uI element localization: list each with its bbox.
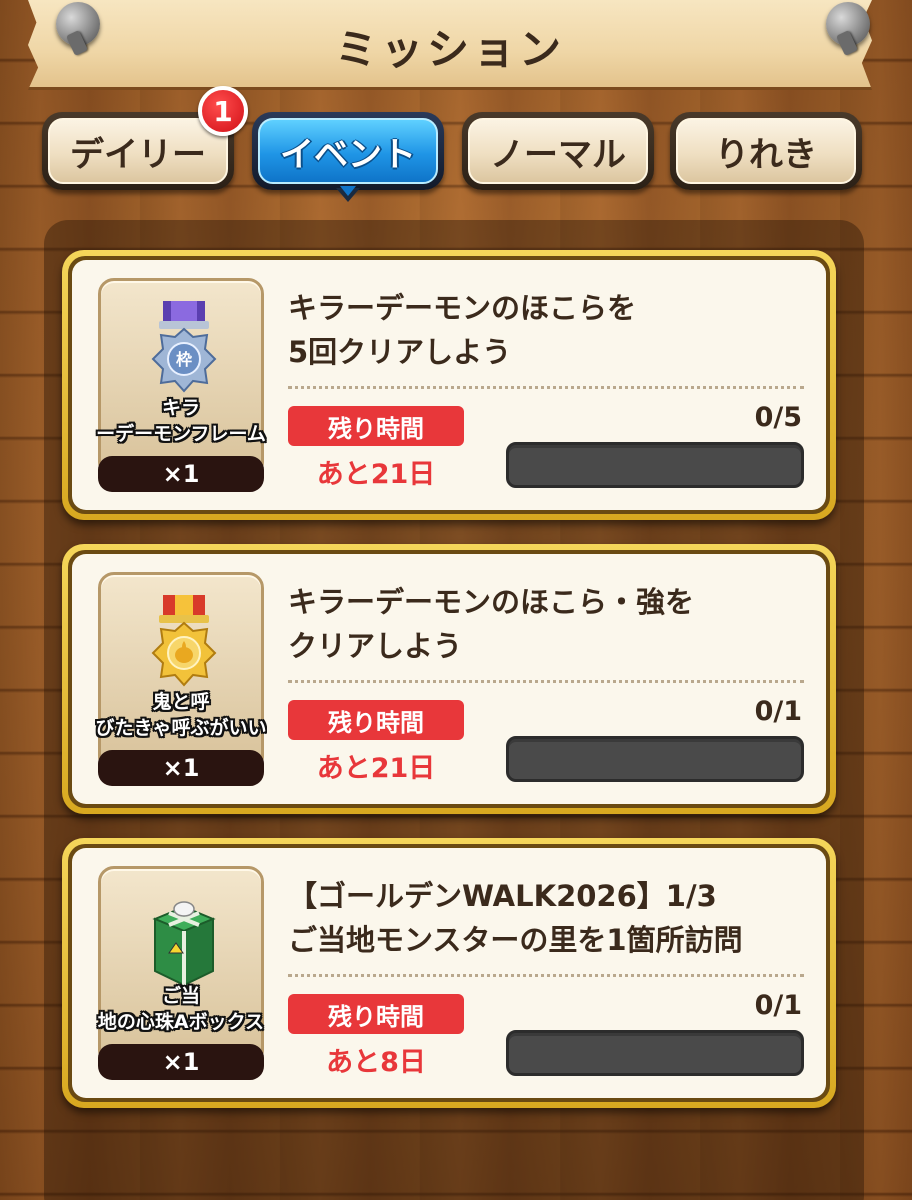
reward-slot: 枠 キラ ーデーモンフレーム bbox=[96, 278, 266, 478]
progress-count: 0/1 bbox=[754, 990, 802, 1021]
tab-daily[interactable]: デイリー 1 bbox=[42, 86, 248, 190]
tab-history[interactable]: りれき bbox=[670, 112, 862, 190]
reward-slot: ご当 地の心珠Aボックス bbox=[98, 866, 264, 1066]
progress-count: 0/1 bbox=[754, 696, 802, 727]
reward-name: キラ ーデーモンフレーム bbox=[96, 397, 266, 445]
pin-icon bbox=[826, 2, 870, 46]
mission-title: 【ゴールデンWALK2026】1/3 ご当地モンスターの里を1箇所訪問 bbox=[288, 879, 743, 957]
reward-slot: 鬼と呼 びたきゃ呼ぶがいい bbox=[95, 572, 267, 772]
mission-card[interactable]: 枠 キラ ーデーモンフレーム ×1 キラーデーモンのほこらを 5回クリアしよう … bbox=[62, 250, 836, 520]
notification-badge: 1 bbox=[198, 86, 248, 136]
tab-daily-label: デイリー bbox=[48, 118, 228, 184]
silver-frame-medal-icon: 枠 bbox=[151, 301, 217, 393]
gift-box-icon bbox=[152, 901, 216, 987]
progress-count: 0/5 bbox=[754, 402, 802, 433]
time-left-label: 残り時間 bbox=[288, 406, 464, 446]
progress-bar bbox=[506, 736, 804, 782]
time-left-label: 残り時間 bbox=[288, 700, 464, 740]
mission-title: キラーデーモンのほこら・強を クリアしよう bbox=[288, 585, 695, 663]
divider bbox=[288, 680, 804, 683]
gold-title-medal-icon bbox=[151, 595, 217, 687]
divider bbox=[288, 974, 804, 977]
svg-text:枠: 枠 bbox=[176, 350, 192, 369]
reward-name: ご当 地の心珠Aボックス bbox=[97, 985, 265, 1033]
pin-icon bbox=[56, 2, 100, 46]
reward-quantity: ×1 bbox=[98, 750, 264, 786]
reward-quantity: ×1 bbox=[98, 1044, 264, 1080]
time-left-label: 残り時間 bbox=[288, 994, 464, 1034]
reward-quantity: ×1 bbox=[98, 456, 264, 492]
tab-normal[interactable]: ノーマル bbox=[462, 112, 654, 190]
divider bbox=[288, 386, 804, 389]
reward-name: 鬼と呼 びたきゃ呼ぶがいい bbox=[95, 691, 267, 739]
tab-active-pointer-icon bbox=[336, 186, 360, 202]
tab-event-label: イベント bbox=[258, 118, 438, 184]
time-remaining: あと21日 bbox=[316, 459, 436, 490]
tab-history-label: りれき bbox=[676, 118, 856, 184]
page-title: ミッション bbox=[334, 25, 565, 74]
tab-event[interactable]: イベント bbox=[252, 112, 444, 202]
mission-title: キラーデーモンのほこらを 5回クリアしよう bbox=[288, 291, 637, 369]
mission-card[interactable]: ご当 地の心珠Aボックス ×1 【ゴールデンWALK2026】1/3 ご当地モン… bbox=[62, 838, 836, 1108]
tab-normal-label: ノーマル bbox=[468, 118, 648, 184]
progress-bar bbox=[506, 1030, 804, 1076]
mission-card[interactable]: 鬼と呼 びたきゃ呼ぶがいい ×1 キラーデーモンのほこら・強を クリアしよう 残… bbox=[62, 544, 836, 814]
time-remaining: あと8日 bbox=[326, 1047, 426, 1078]
title-banner: ミッション bbox=[28, 0, 872, 90]
time-remaining: あと21日 bbox=[316, 753, 436, 784]
mission-tabs: デイリー 1 イベント ノーマル りれき bbox=[42, 86, 862, 202]
progress-bar bbox=[506, 442, 804, 488]
